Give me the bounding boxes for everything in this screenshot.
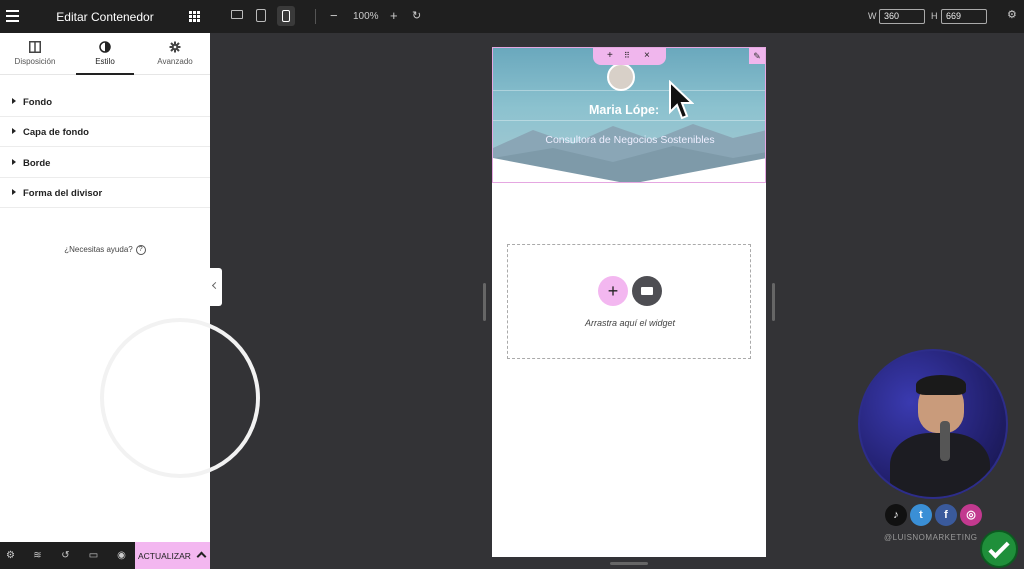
help-text: ¿Necesitas ayuda?	[64, 245, 133, 255]
watermark-logo	[100, 318, 260, 478]
hero-guide-line	[493, 90, 765, 91]
editor-panel: Editar Contenedor Disposición Estilo Ava…	[0, 0, 260, 569]
resize-handle-bottom[interactable]	[610, 562, 648, 565]
settings-icon[interactable]: ⚙	[1007, 10, 1018, 21]
settings-icon[interactable]: ⚙	[5, 550, 16, 561]
zoom-out-icon[interactable]: −	[330, 8, 338, 23]
section-forma-del-divisor[interactable]: Forma del divisor	[0, 178, 210, 208]
hero-name: Maria Lópe:	[589, 103, 660, 117]
layers-icon[interactable]: ≋	[32, 550, 43, 561]
caret-right-icon	[12, 189, 16, 195]
avatar	[607, 63, 635, 91]
height-input[interactable]: 669	[941, 9, 987, 24]
zoom-in-icon[interactable]: +	[390, 8, 398, 23]
edit-pencil-icon[interactable]: ✎	[749, 48, 765, 64]
hero-subtitle: Consultora de Negocios Sostenibles	[545, 134, 715, 146]
container-handle[interactable]: + ⠿ ×	[593, 48, 666, 65]
close-icon[interactable]: ×	[644, 50, 650, 61]
section-label: Forma del divisor	[23, 188, 103, 199]
contrast-icon	[99, 41, 111, 53]
collapse-panel-handle[interactable]	[210, 268, 222, 306]
template-library-button[interactable]	[632, 276, 662, 306]
desktop-device-icon[interactable]	[231, 10, 243, 19]
folder-icon	[641, 287, 653, 295]
drop-hint: Arrastra aquí el widget	[584, 318, 676, 328]
caret-right-icon	[12, 128, 16, 134]
tab-label: Estilo	[95, 57, 115, 66]
caret-right-icon	[12, 98, 16, 104]
presenter-hair	[916, 375, 966, 395]
chevron-up-icon[interactable]	[196, 551, 207, 562]
update-label: ACTUALIZAR	[138, 551, 191, 561]
help-link[interactable]: ¿Necesitas ayuda??	[0, 245, 210, 255]
reset-zoom-icon[interactable]: ↻	[412, 9, 421, 22]
panel-tabs: Disposición Estilo Avanzado	[0, 33, 210, 75]
panel-title: Editar Contenedor	[56, 10, 154, 24]
width-input[interactable]: 360	[879, 9, 925, 24]
widget-dropzone[interactable]: + Arrastra aquí el widget	[507, 244, 751, 359]
resize-handle-right[interactable]	[772, 283, 775, 321]
chevron-left-icon	[211, 281, 220, 290]
responsive-icon[interactable]: ▭	[88, 550, 99, 561]
section-label: Fondo	[23, 97, 53, 108]
tab-label: Disposición	[14, 57, 56, 66]
caret-right-icon	[12, 159, 16, 165]
preview-eye-icon[interactable]: ◉	[116, 550, 127, 561]
tab-estilo[interactable]: Estilo	[70, 33, 140, 75]
section-fondo[interactable]: Fondo	[0, 87, 210, 117]
height-label: H	[931, 11, 938, 21]
mouse-cursor-icon	[669, 80, 694, 120]
widgets-grid-icon[interactable]	[189, 11, 200, 22]
hero-container[interactable]: Maria Lópe: Consultora de Negocios Soste…	[492, 47, 766, 183]
webcam-overlay	[858, 349, 1008, 499]
top-toolbar: − 100% + ↻ W 360 H 669 ⚙	[210, 0, 1024, 33]
instagram-icon: ◎	[960, 504, 982, 526]
mobile-device-icon	[282, 10, 290, 22]
drag-icon[interactable]: ⠿	[624, 51, 630, 60]
resize-handle-left[interactable]	[483, 283, 486, 321]
tablet-device-icon[interactable]	[256, 9, 266, 22]
section-capa-de-fondo[interactable]: Capa de fondo	[0, 117, 210, 147]
panel-footer: ⚙ ≋ ↺ ▭ ◉ ACTUALIZAR	[0, 542, 210, 569]
tab-disposicion[interactable]: Disposición	[0, 33, 70, 75]
mobile-preview: Maria Lópe: Consultora de Negocios Soste…	[492, 47, 766, 557]
width-label: W	[868, 11, 877, 21]
question-icon: ?	[135, 245, 146, 255]
section-label: Capa de fondo	[23, 127, 89, 138]
toolbar-divider	[315, 9, 316, 24]
tiktok-icon: ♪	[885, 504, 907, 526]
tab-label: Avanzado	[157, 57, 193, 66]
microphone-icon	[940, 421, 950, 461]
section-label: Borde	[23, 158, 51, 169]
panel-header: Editar Contenedor	[0, 0, 210, 33]
facebook-icon: f	[935, 504, 957, 526]
social-handle: @LUISNOMARKETING	[884, 533, 978, 542]
twitter-icon: t	[910, 504, 932, 526]
section-borde[interactable]: Borde	[0, 148, 210, 178]
history-icon[interactable]: ↺	[60, 550, 71, 561]
hero-background-mountains	[493, 124, 765, 182]
layout-icon	[29, 41, 41, 53]
gear-icon	[169, 41, 181, 53]
add-widget-button[interactable]: +	[598, 276, 628, 306]
checkmark-icon	[980, 530, 1018, 568]
update-button[interactable]: ACTUALIZAR	[135, 542, 210, 569]
add-icon[interactable]: +	[607, 50, 613, 61]
zoom-level: 100%	[353, 11, 379, 22]
tab-avanzado[interactable]: Avanzado	[140, 33, 210, 75]
